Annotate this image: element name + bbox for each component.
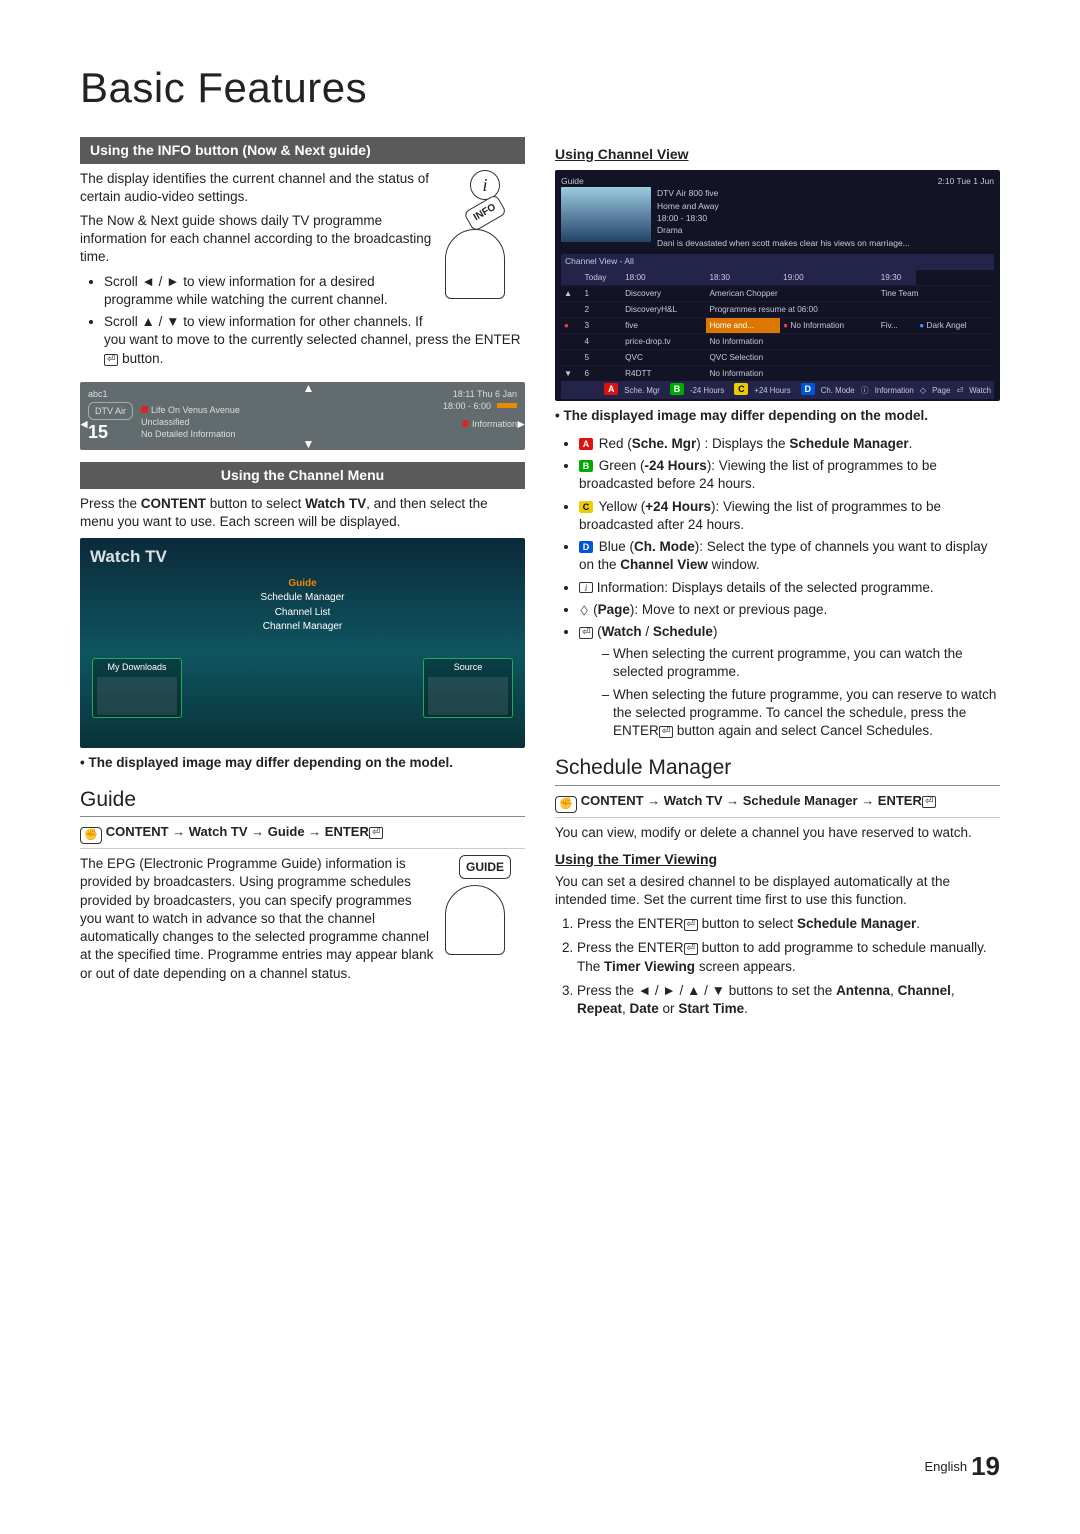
arrow-left-icon: ◄ [78,416,90,432]
page-footer: English19 [924,1449,1000,1484]
schedule-manager-para: You can view, modify or delete a channel… [555,824,1000,842]
enter-icon: ⏎ [659,726,673,738]
green-b-badge: B [579,460,593,472]
channel-view-screenshot: Guide2:10 Tue 1 Jun DTV Air 800 fiveHome… [555,170,1000,401]
content-button-icon: ✊ [80,827,102,844]
enter-icon: ⏎ [922,796,936,808]
ws-sub-1: When selecting the current programme, yo… [613,645,1000,681]
info-osd-diagram: ▲ ▼ ◄ ► abc1 DTV Air 15 Life On Venus Av… [80,382,525,451]
page-diamond-icon: ◇ [581,601,588,619]
timer-step-1: Press the ENTER⏎ button to select Schedu… [577,915,1000,933]
info-remote-illustration: i INFO [445,170,525,310]
watch-tv-screenshot: Watch TV Guide Schedule Manager Channel … [80,538,525,748]
guide-table: Today18:0018:3019:0019:30 ▲1DiscoveryAme… [561,270,994,381]
model-note-right: The displayed image may differ depending… [555,407,1000,425]
left-column: Using the INFO button (Now & Next guide)… [80,137,525,1025]
page-title: Basic Features [80,60,1000,117]
guide-thumbnail [561,187,651,242]
content-button-icon: ✊ [555,796,577,813]
enter-icon: ⏎ [104,354,118,366]
hand-icon [445,885,505,955]
legend-item-blue: D Blue (Ch. Mode): Select the type of ch… [579,538,1000,574]
guide-heading: Guide [80,786,525,817]
right-column: Using Channel View Guide2:10 Tue 1 Jun D… [555,137,1000,1025]
section-bar-info: Using the INFO button (Now & Next guide) [80,137,525,164]
timer-viewing-para: You can set a desired channel to be disp… [555,873,1000,909]
guide-remote-illustration: GUIDE [445,855,525,975]
guide-nav-path: ✊CONTENT → Watch TV → Guide → ENTER⏎ [80,823,525,849]
timer-step-2: Press the ENTER⏎ button to add programme… [577,939,1000,975]
section-bar-channel-menu: Using the Channel Menu [80,462,525,489]
timer-step-3: Press the ◄ / ► / ▲ / ▼ buttons to set t… [577,982,1000,1018]
legend-item-yellow: C Yellow (+24 Hours): Viewing the list o… [579,498,1000,534]
legend-item-green: B Green (-24 Hours): Viewing the list of… [579,457,1000,493]
red-a-badge: A [579,438,593,450]
blue-d-badge: D [579,541,593,553]
legend-item-watch-schedule: ⏎ (Watch / Schedule) When selecting the … [579,623,1000,740]
schedule-manager-heading: Schedule Manager [555,754,1000,785]
enter-icon: ⏎ [579,627,593,639]
arrow-up-icon: ▲ [303,380,315,396]
legend-item-info: i Information: Displays details of the s… [579,579,1000,597]
ws-sub-2: When selecting the future programme, you… [613,686,1000,741]
channel-menu-para: Press the CONTENT button to select Watch… [80,495,525,531]
enter-icon: ⏎ [684,943,698,955]
enter-icon: ⏎ [684,919,698,931]
hand-icon [445,229,505,299]
info-bullet-scroll-ud: Scroll ▲ / ▼ to view information for oth… [104,313,525,368]
enter-icon: ⏎ [369,827,383,839]
legend-item-page: ◇ (Page): Move to next or previous page. [579,601,1000,619]
model-note-left: The displayed image may differ depending… [80,754,525,772]
channel-view-heading: Using Channel View [555,145,1000,164]
legend-item-red: A Red (Sche. Mgr) : Displays the Schedul… [579,435,1000,453]
info-square-icon: i [579,582,593,593]
timer-viewing-heading: Using the Timer Viewing [555,850,1000,869]
arrow-down-icon: ▼ [303,436,315,452]
yellow-c-badge: C [579,501,593,513]
guide-button-label: GUIDE [459,855,511,879]
arrow-right-icon: ► [515,416,527,432]
schedule-manager-nav-path: ✊CONTENT → Watch TV → Schedule Manager →… [555,792,1000,818]
